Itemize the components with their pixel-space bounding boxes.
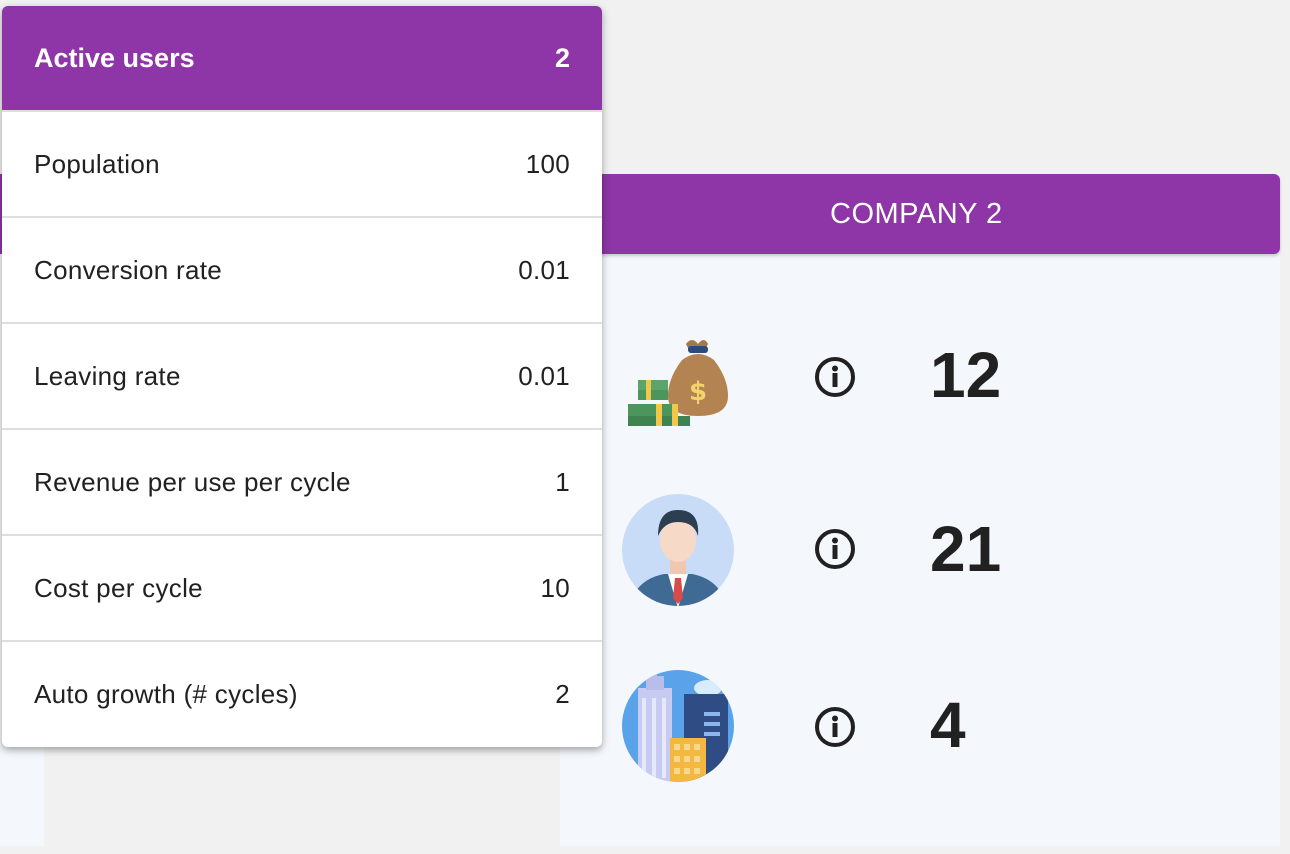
popup-row-conversion-rate[interactable]: Conversion rate 0.01: [2, 216, 602, 322]
popup-row-value: 1: [555, 466, 570, 497]
stat-row-money: $ 12: [620, 320, 1240, 440]
popup-row-value: 10: [540, 572, 570, 603]
popup-header-value: 2: [554, 42, 570, 73]
popup-row-auto-growth[interactable]: Auto growth (# cycles) 2: [2, 640, 602, 746]
popup-row-revenue[interactable]: Revenue per use per cycle 1: [2, 428, 602, 534]
popup-row-population[interactable]: Population 100: [2, 110, 602, 216]
popup-header-label: Active users: [34, 42, 195, 73]
company-2-header[interactable]: COMPANY 2: [560, 174, 1280, 254]
popup-row-leaving-rate[interactable]: Leaving rate 0.01: [2, 322, 602, 428]
company-title: COMPANY 2: [830, 197, 1003, 230]
popup-row-label: Conversion rate: [34, 254, 223, 285]
svg-text:$: $: [689, 377, 707, 407]
info-icon[interactable]: [814, 528, 856, 570]
active-users-popup: Active users 2 Population 100 Conversion…: [2, 6, 602, 747]
popup-row-label: Leaving rate: [34, 360, 181, 391]
popup-row-value: 0.01: [518, 254, 570, 285]
popup-row-label: Revenue per use per cycle: [34, 466, 351, 497]
company-2-card: COMPANY 2 $ 12 21 4: [560, 174, 1280, 846]
popup-header[interactable]: Active users 2: [2, 6, 602, 110]
popup-row-value: 100: [525, 148, 570, 179]
stat-row-users: 21: [620, 492, 1240, 612]
stat-row-city: 4: [620, 668, 1240, 788]
stat-value-city: 4: [930, 689, 966, 761]
popup-row-label: Auto growth (# cycles): [34, 678, 298, 709]
businessman-icon: [622, 494, 734, 606]
info-icon[interactable]: [814, 356, 856, 398]
popup-row-value: 2: [555, 678, 570, 709]
popup-row-label: Cost per cycle: [34, 572, 203, 603]
money-bag-icon: $: [628, 340, 728, 426]
popup-row-cost[interactable]: Cost per cycle 10: [2, 534, 602, 640]
city-buildings-icon: [622, 670, 734, 782]
popup-row-value: 0.01: [518, 360, 570, 391]
info-icon[interactable]: [814, 706, 856, 748]
popup-row-label: Population: [34, 148, 160, 179]
stat-value-money: 12: [930, 339, 1002, 411]
stat-value-users: 21: [930, 513, 1002, 585]
